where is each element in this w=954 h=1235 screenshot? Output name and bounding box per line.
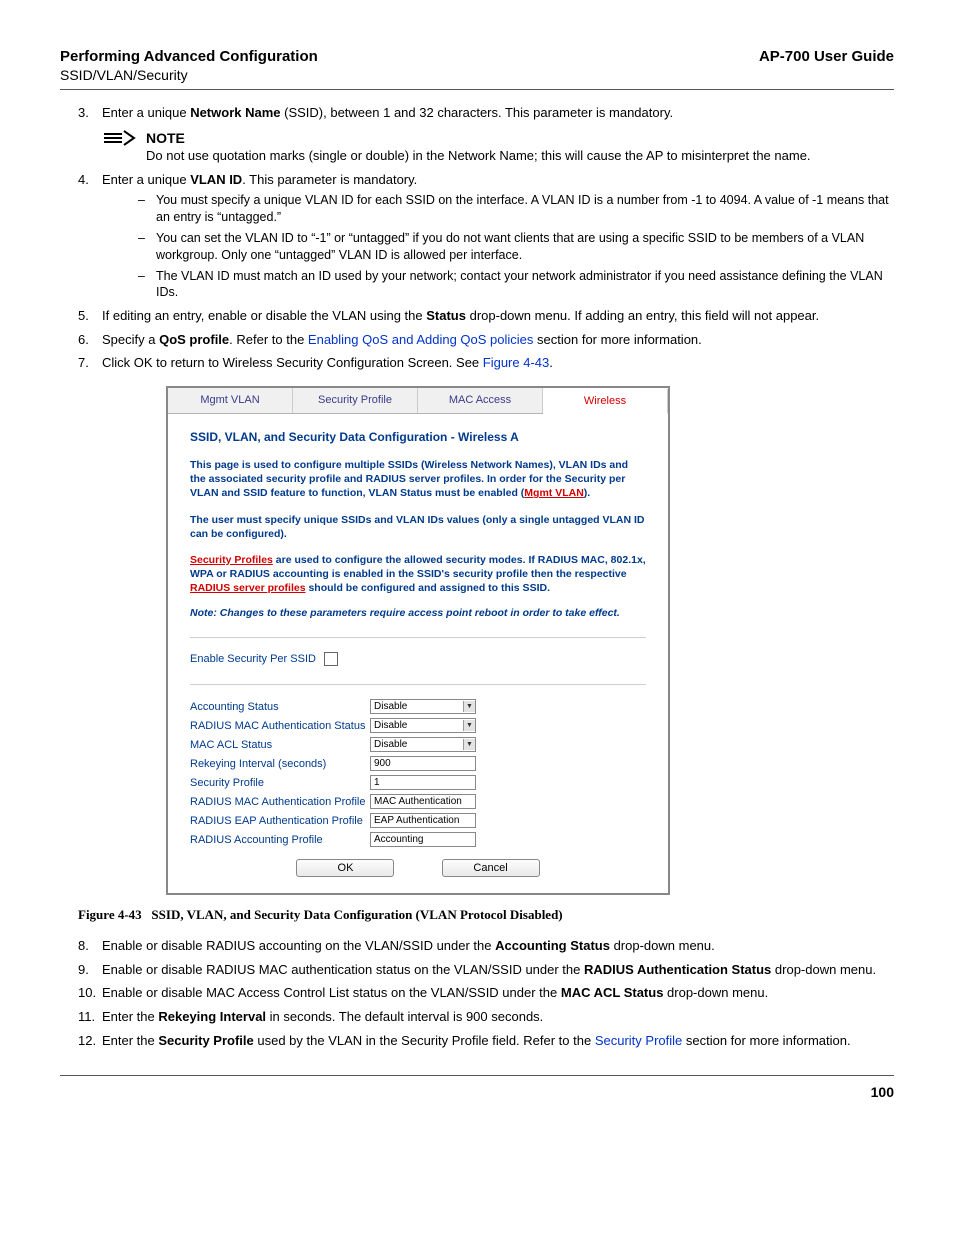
step-4-sub1: You must specify a unique VLAN ID for ea… — [138, 192, 894, 226]
row-rekeying-interval: Rekeying Interval (seconds) 900 — [190, 756, 646, 771]
chevron-down-icon: ▼ — [463, 739, 475, 750]
header-left: Performing Advanced Configuration — [60, 48, 318, 65]
panel-note: Note: Changes to these parameters requir… — [190, 607, 646, 619]
panel-p3: Security Profiles are used to configure … — [190, 553, 646, 596]
cancel-button[interactable]: Cancel — [442, 859, 540, 877]
panel-title: SSID, VLAN, and Security Data Configurat… — [190, 430, 646, 444]
header-right: AP-700 User Guide — [759, 48, 894, 65]
radius-profiles-link[interactable]: RADIUS server profiles — [190, 582, 306, 594]
row-radius-mac-auth-profile: RADIUS MAC Authentication Profile MAC Au… — [190, 794, 646, 809]
security-profile-link[interactable]: Security Profile — [595, 1033, 682, 1048]
panel-body: SSID, VLAN, and Security Data Configurat… — [168, 414, 668, 881]
qos-link[interactable]: Enabling QoS and Adding QoS policies — [308, 332, 534, 347]
row-radius-eap-auth-profile: RADIUS EAP Authentication Profile EAP Au… — [190, 813, 646, 828]
steps-list-mid: 4. Enter a unique VLAN ID. This paramete… — [78, 171, 894, 372]
header-rule — [60, 89, 894, 90]
step-4-sublist: You must specify a unique VLAN ID for ea… — [138, 192, 894, 301]
note-block: NOTE Do not use quotation marks (single … — [102, 130, 894, 163]
tab-mac-access[interactable]: MAC Access — [418, 388, 543, 413]
rekeying-interval-input[interactable]: 900 — [370, 756, 476, 771]
radius-mac-auth-profile-input[interactable]: MAC Authentication — [370, 794, 476, 809]
tab-bar: Mgmt VLAN Security Profile MAC Access Wi… — [168, 388, 668, 414]
panel-p1: This page is used to configure multiple … — [190, 458, 646, 501]
button-row: OK Cancel — [190, 859, 646, 877]
figure-wrap: Mgmt VLAN Security Profile MAC Access Wi… — [166, 386, 894, 895]
note-label: NOTE — [146, 130, 185, 146]
note-arrow-icon — [102, 130, 138, 146]
step-5: 5. If editing an entry, enable or disabl… — [78, 307, 894, 325]
chevron-down-icon: ▼ — [463, 701, 475, 712]
ok-button[interactable]: OK — [296, 859, 394, 877]
row-mac-acl-status: MAC ACL Status Disable ▼ — [190, 737, 646, 752]
page-footer: 100 — [60, 1075, 894, 1100]
chevron-down-icon: ▼ — [463, 720, 475, 731]
step-4-sub2: You can set the VLAN ID to “-1” or “unta… — [138, 230, 894, 264]
page-number: 100 — [871, 1084, 894, 1100]
enable-security-row: Enable Security Per SSID — [190, 652, 646, 666]
step-11: 11. Enter the Rekeying Interval in secon… — [78, 1008, 894, 1026]
security-profiles-link[interactable]: Security Profiles — [190, 554, 273, 566]
step-10: 10. Enable or disable MAC Access Control… — [78, 984, 894, 1002]
mac-acl-status-select[interactable]: Disable ▼ — [370, 737, 476, 752]
mgmt-vlan-link[interactable]: Mgmt VLAN — [524, 487, 584, 499]
note-body: Do not use quotation marks (single or do… — [146, 148, 894, 163]
step-3: 3. Enter a unique Network Name (SSID), b… — [78, 104, 894, 122]
step-7: 7. Click OK to return to Wireless Securi… — [78, 354, 894, 372]
row-radius-mac-auth-status: RADIUS MAC Authentication Status Disable… — [190, 718, 646, 733]
enable-security-checkbox[interactable] — [324, 652, 338, 666]
figure-caption: Figure 4-43 SSID, VLAN, and Security Dat… — [78, 907, 894, 923]
step-8: 8. Enable or disable RADIUS accounting o… — [78, 937, 894, 955]
step-12: 12. Enter the Security Profile used by t… — [78, 1032, 894, 1050]
row-security-profile: Security Profile 1 — [190, 775, 646, 790]
tab-mgmt-vlan[interactable]: Mgmt VLAN — [168, 388, 293, 413]
radius-mac-auth-status-select[interactable]: Disable ▼ — [370, 718, 476, 733]
tab-wireless[interactable]: Wireless — [543, 389, 668, 414]
panel-p2: The user must specify unique SSIDs and V… — [190, 513, 646, 541]
accounting-status-select[interactable]: Disable ▼ — [370, 699, 476, 714]
row-accounting-status: Accounting Status Disable ▼ — [190, 699, 646, 714]
security-profile-input[interactable]: 1 — [370, 775, 476, 790]
step-4: 4. Enter a unique VLAN ID. This paramete… — [78, 171, 894, 302]
figure-link[interactable]: Figure 4-43 — [483, 355, 549, 370]
page-header: Performing Advanced Configuration AP-700… — [60, 48, 894, 65]
step-6: 6. Specify a QoS profile. Refer to the E… — [78, 331, 894, 349]
panel-sep-2 — [190, 684, 646, 685]
radius-accounting-profile-input[interactable]: Accounting — [370, 832, 476, 847]
panel-sep-1 — [190, 637, 646, 638]
config-panel: Mgmt VLAN Security Profile MAC Access Wi… — [166, 386, 670, 895]
enable-security-label: Enable Security Per SSID — [190, 653, 316, 665]
header-sub: SSID/VLAN/Security — [60, 67, 894, 83]
step-4-sub3: The VLAN ID must match an ID used by you… — [138, 268, 894, 302]
steps-list-bottom: 8. Enable or disable RADIUS accounting o… — [78, 937, 894, 1049]
steps-list-top: 3. Enter a unique Network Name (SSID), b… — [78, 104, 894, 122]
step-9: 9. Enable or disable RADIUS MAC authenti… — [78, 961, 894, 979]
radius-eap-auth-profile-input[interactable]: EAP Authentication — [370, 813, 476, 828]
row-radius-accounting-profile: RADIUS Accounting Profile Accounting — [190, 832, 646, 847]
tab-security-profile[interactable]: Security Profile — [293, 388, 418, 413]
